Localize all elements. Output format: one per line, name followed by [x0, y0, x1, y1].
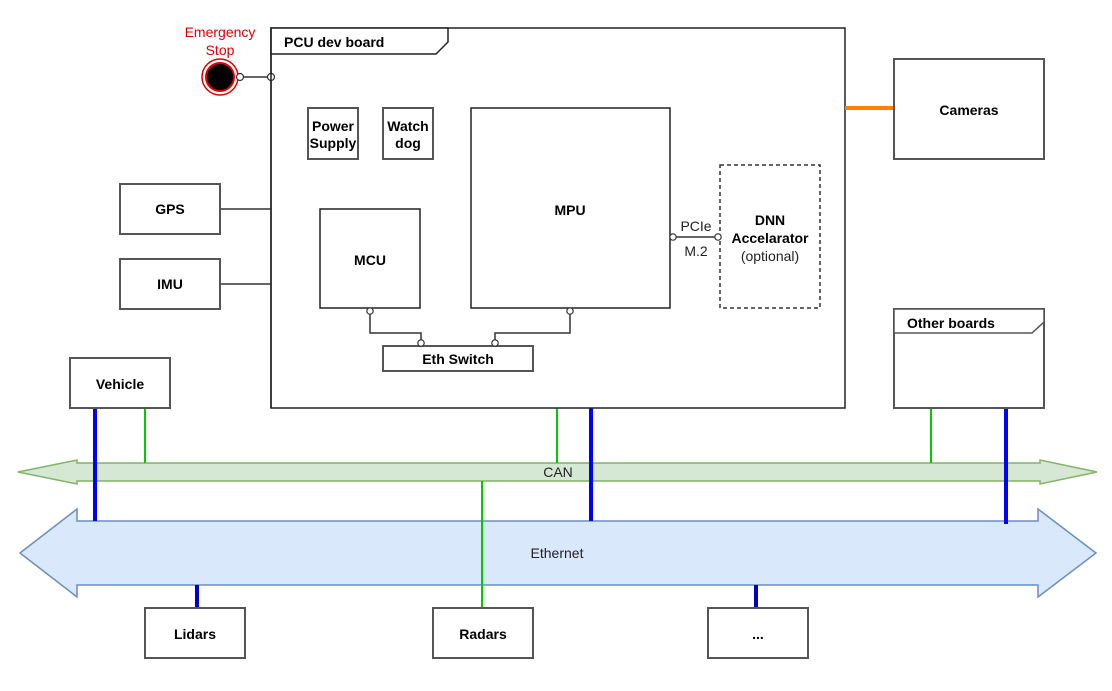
mcu-eth-port-icon [366, 307, 374, 315]
lidars-label: Lidars [174, 626, 216, 642]
m2-label: M.2 [684, 243, 708, 259]
eth-switch-label: Eth Switch [422, 351, 494, 367]
watchdog-label-2: dog [395, 135, 421, 151]
dnn-pcie-port-icon [714, 233, 722, 241]
other-boards-title: Other boards [907, 315, 995, 331]
pcie-label: PCIe [680, 218, 711, 234]
can-bus-label: CAN [543, 464, 573, 480]
emergency-stop-label-1: Emergency [185, 24, 256, 40]
switch-port-2-icon [491, 339, 499, 347]
emergency-stop-label-2: Stop [206, 42, 235, 58]
mpu-label: MPU [554, 202, 585, 218]
mpu-eth-port-icon [566, 307, 574, 315]
dnn-label-3: (optional) [741, 248, 799, 264]
mcu-label: MCU [354, 252, 386, 268]
mpu-pcie-port-icon [669, 233, 677, 241]
power-supply-label-1: Power [312, 118, 355, 134]
more-label: ... [752, 626, 764, 642]
dnn-label-2: Accelarator [731, 230, 809, 246]
imu-label: IMU [157, 276, 183, 292]
cameras-label: Cameras [939, 102, 998, 118]
emergency-stop-button-icon[interactable] [201, 58, 239, 96]
system-diagram: CAN Ethernet PCU dev board Emergency Sto… [17, 24, 1098, 659]
switch-port-1-icon [417, 339, 425, 347]
pcu-board-title: PCU dev board [284, 34, 384, 50]
radars-label: Radars [459, 626, 507, 642]
gps-label: GPS [155, 201, 185, 217]
watchdog-label-1: Watch [387, 118, 428, 134]
estop-port-icon [235, 72, 245, 82]
vehicle-label: Vehicle [96, 376, 144, 392]
power-supply-label-2: Supply [310, 135, 357, 151]
ethernet-bus-label: Ethernet [531, 545, 584, 561]
dnn-label-1: DNN [755, 212, 785, 228]
